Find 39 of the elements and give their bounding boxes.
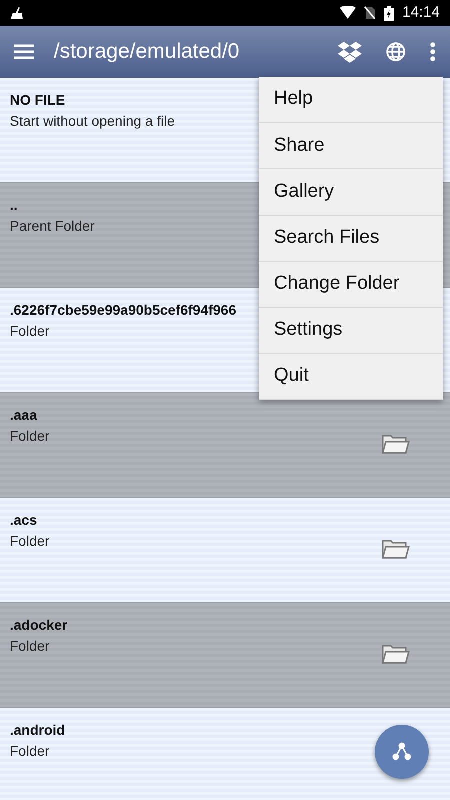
clock-time: 14:14 <box>402 2 440 23</box>
menu-item[interactable]: Help <box>259 77 443 124</box>
app-notification-icon <box>10 6 24 20</box>
file-description: Folder <box>10 637 50 656</box>
folder-path-title: /storage/emulated/0 <box>54 39 240 66</box>
file-row[interactable]: .adocker Folder <box>0 603 450 708</box>
file-description: Start without opening a file <box>10 112 175 131</box>
no-sim-icon <box>364 6 376 20</box>
menu-item[interactable]: Settings <box>259 308 443 354</box>
globe-icon[interactable] <box>386 42 406 62</box>
file-name: .android <box>10 721 66 740</box>
file-row[interactable]: .acs Folder <box>0 498 450 603</box>
folder-icon <box>382 538 410 560</box>
file-row[interactable]: .android Folder <box>0 708 450 800</box>
battery-icon <box>384 6 394 20</box>
file-name: .acs <box>10 511 38 530</box>
file-name: .aaa <box>10 406 38 425</box>
file-description: Folder <box>10 322 50 341</box>
menu-icon[interactable] <box>14 44 34 60</box>
file-name: .adocker <box>10 616 68 635</box>
file-description: Folder <box>10 427 50 446</box>
wifi-icon <box>340 6 356 20</box>
dropbox-icon[interactable] <box>338 41 362 63</box>
menu-item[interactable]: Share <box>259 123 443 170</box>
file-description: Folder <box>10 532 50 551</box>
menu-item[interactable]: Search Files <box>259 216 443 262</box>
menu-item[interactable]: Change Folder <box>259 262 443 308</box>
network-icon <box>392 742 412 762</box>
menu-item[interactable]: Quit <box>259 354 443 400</box>
file-name: .6226f7cbe59e99a90b5cef6f94f966 <box>10 301 237 320</box>
menu-item[interactable]: Gallery <box>259 169 443 216</box>
file-description: Parent Folder <box>10 217 95 236</box>
file-row[interactable]: .aaa Folder <box>0 393 450 498</box>
file-name: NO FILE <box>10 91 66 110</box>
folder-icon <box>382 643 410 665</box>
more-options-icon[interactable] <box>430 42 436 62</box>
file-description: Folder <box>10 742 50 761</box>
file-name: .. <box>10 196 18 215</box>
folder-icon <box>382 433 410 455</box>
